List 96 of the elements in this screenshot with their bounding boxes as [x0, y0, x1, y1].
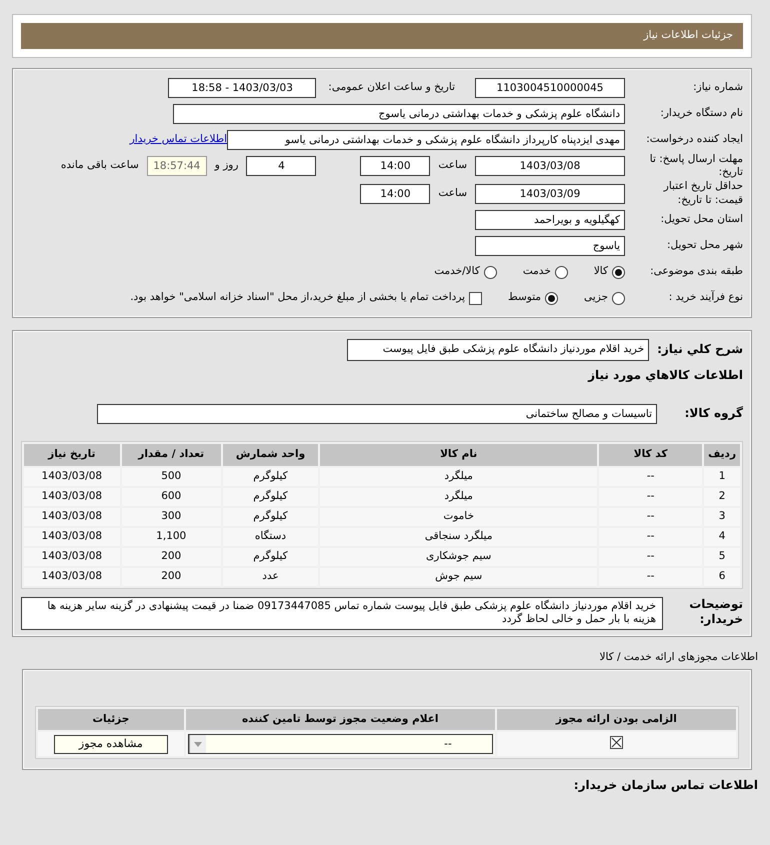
column-header: الزامی بودن ارائه مجوز: [496, 708, 736, 730]
input-field[interactable]: تاسیسات و مصالح ساختمانی: [97, 404, 657, 424]
table-cell: 1: [704, 468, 740, 486]
table-cell: عدد: [222, 568, 318, 586]
field-label: ساعت: [438, 186, 467, 200]
radio-button[interactable]: [612, 266, 625, 279]
table-cell: میلگرد سنجاقی: [320, 528, 598, 546]
table-cell: 1,100: [122, 528, 221, 546]
input-field[interactable]: 4: [246, 156, 316, 176]
field-label: طبقه بندی موضوعی:: [649, 265, 743, 280]
section-title: اطلاعات مجوزهای ارائه خدمت / کالا: [598, 651, 758, 665]
input-field[interactable]: مهدی ایزدپناه کارپرداز دانشگاه علوم پزشکی و خدمات بهداشتی درمانی یاسو: [227, 130, 625, 150]
table-cell: کیلوگرم: [222, 468, 318, 486]
table-cell: کیلوگرم: [222, 488, 318, 506]
input-field[interactable]: 1103004510000045: [475, 78, 625, 98]
field-label: شماره نیاز:: [692, 80, 743, 94]
page-title: جزئیات اطلاعات نیاز: [644, 29, 733, 41]
column-header: نام کالا: [320, 444, 598, 466]
table-cell: 200: [122, 548, 221, 566]
table-cell: خاموت: [320, 508, 598, 526]
column-header: اعلام وضعیت مجوز توسط تامین کننده: [186, 708, 495, 730]
option-label: جزیی: [584, 291, 608, 306]
table-cell: 4: [704, 528, 740, 546]
column-header: واحد شمارش: [222, 444, 318, 466]
field-label: تاریخ و ساعت اعلان عمومی:: [328, 80, 455, 94]
table-cell: کیلوگرم: [222, 548, 318, 566]
table-cell: 1403/03/08: [24, 488, 120, 506]
field-label: ایجاد کننده درخواست:: [645, 132, 743, 146]
section-heading: اطلاعات تماس سازمان خریدار:: [572, 778, 758, 794]
table-cell: دستگاه: [222, 528, 318, 546]
table-cell: میلگرد: [320, 488, 598, 506]
column-header: ردیف: [704, 444, 740, 466]
table-cell: 1403/03/08: [24, 468, 120, 486]
option-label: خدمت: [522, 265, 551, 280]
table-cell: 5: [704, 548, 740, 566]
table-cell: 2: [704, 488, 740, 506]
field-label: شرح کلي نياز:: [657, 342, 743, 358]
countdown-field[interactable]: 18:57:44: [146, 156, 207, 176]
field-label: نام دستگاه خریدار:: [659, 106, 743, 120]
radio-button[interactable]: [545, 292, 558, 305]
notes-field: خرید اقلام موردنیاز دانشگاه علوم پزشکی طبق فایل پیوست شماره تماس 09173447085 ضمنا در قیمت پیشنهادی در گزینه سایر هزینه ها هزینه با بار حمل و خالی لحاظ گردد: [21, 596, 663, 630]
table-cell: --: [599, 568, 702, 586]
contact-link[interactable]: اطلاعات تماس خریدار: [130, 132, 227, 146]
table-cell: 1403/03/08: [24, 568, 120, 586]
field-label: ساعت باقی مانده: [60, 159, 139, 174]
column-header: جزئیات: [38, 708, 184, 730]
field-label: مهلت ارسال پاسخ: تا تاریخ:: [648, 152, 743, 180]
input-field[interactable]: 1403/03/03 - 18:58: [168, 78, 316, 98]
table-cell: 1403/03/08: [24, 528, 120, 546]
column-header: کد کالا: [599, 444, 702, 466]
field-label: نوع فرآیند خرید :: [668, 291, 743, 306]
radio-button[interactable]: [554, 266, 568, 279]
table-cell: --: [599, 488, 702, 506]
input-field[interactable]: دانشگاه علوم پزشکی و خدمات بهداشتی درمانی یاسوج: [173, 104, 625, 124]
table-cell: 3: [704, 508, 740, 526]
checkbox[interactable]: [469, 292, 482, 305]
column-header: تاریخ نیاز: [24, 444, 120, 466]
input-field[interactable]: کهگیلویه و بویراحمد: [475, 210, 625, 230]
input-field[interactable]: 14:00: [360, 156, 430, 176]
table-cell: سیم جوشکاری: [320, 548, 598, 566]
column-header: تعداد / مقدار: [122, 444, 221, 466]
field-label: حداقل تاریخ اعتبار قیمت: تا تاریخ:: [662, 180, 743, 208]
option-label: کالا/خدمت: [434, 265, 480, 280]
field-label: ساعت: [438, 159, 467, 174]
view-license-button[interactable]: مشاهده مجوز: [54, 735, 168, 754]
table-cell: کیلوگرم: [222, 508, 318, 526]
table-cell: --: [599, 508, 702, 526]
table-cell: میلگرد: [320, 468, 598, 486]
input-field[interactable]: 14:00: [360, 184, 430, 204]
table-cell: سیم جوش: [320, 568, 598, 586]
table-cell: --: [599, 548, 702, 566]
table-cell: 1403/03/08: [24, 508, 120, 526]
radio-button[interactable]: [484, 266, 497, 279]
field-label: توضیحات خریدار:: [688, 596, 743, 628]
field-label: گروه کالا:: [684, 406, 743, 422]
table-cell: 6: [704, 568, 740, 586]
input-field[interactable]: یاسوج: [475, 236, 625, 256]
input-field[interactable]: 1403/03/09: [475, 184, 625, 204]
table-cell: --: [599, 528, 702, 546]
field-label: استان محل تحویل:: [660, 213, 743, 228]
field-label: شهر محل تحویل:: [666, 239, 743, 254]
option-label: پرداخت تمام یا بخشی از مبلغ خرید،از محل "اسناد خزانه اسلامی" خواهد بود.: [130, 291, 466, 306]
option-label: متوسط: [508, 291, 542, 306]
table-cell: 500: [122, 468, 221, 486]
table-cell: 300: [122, 508, 221, 526]
select-field[interactable]: --: [188, 734, 493, 754]
table-cell: --: [599, 468, 702, 486]
input-field[interactable]: خرید اقلام موردنیاز دانشگاه علوم پزشکی طبق فایل پیوست: [347, 339, 650, 362]
input-field[interactable]: 1403/03/08: [475, 156, 625, 176]
field-label: روز و: [214, 159, 238, 174]
option-label: کالا: [594, 265, 608, 280]
table-cell: 200: [122, 568, 221, 586]
section-heading: اطلاعات کالاهاي مورد نياز: [588, 368, 743, 384]
table-cell: 600: [122, 488, 221, 506]
table-cell: 1403/03/08: [24, 548, 120, 566]
radio-button[interactable]: [612, 292, 625, 305]
